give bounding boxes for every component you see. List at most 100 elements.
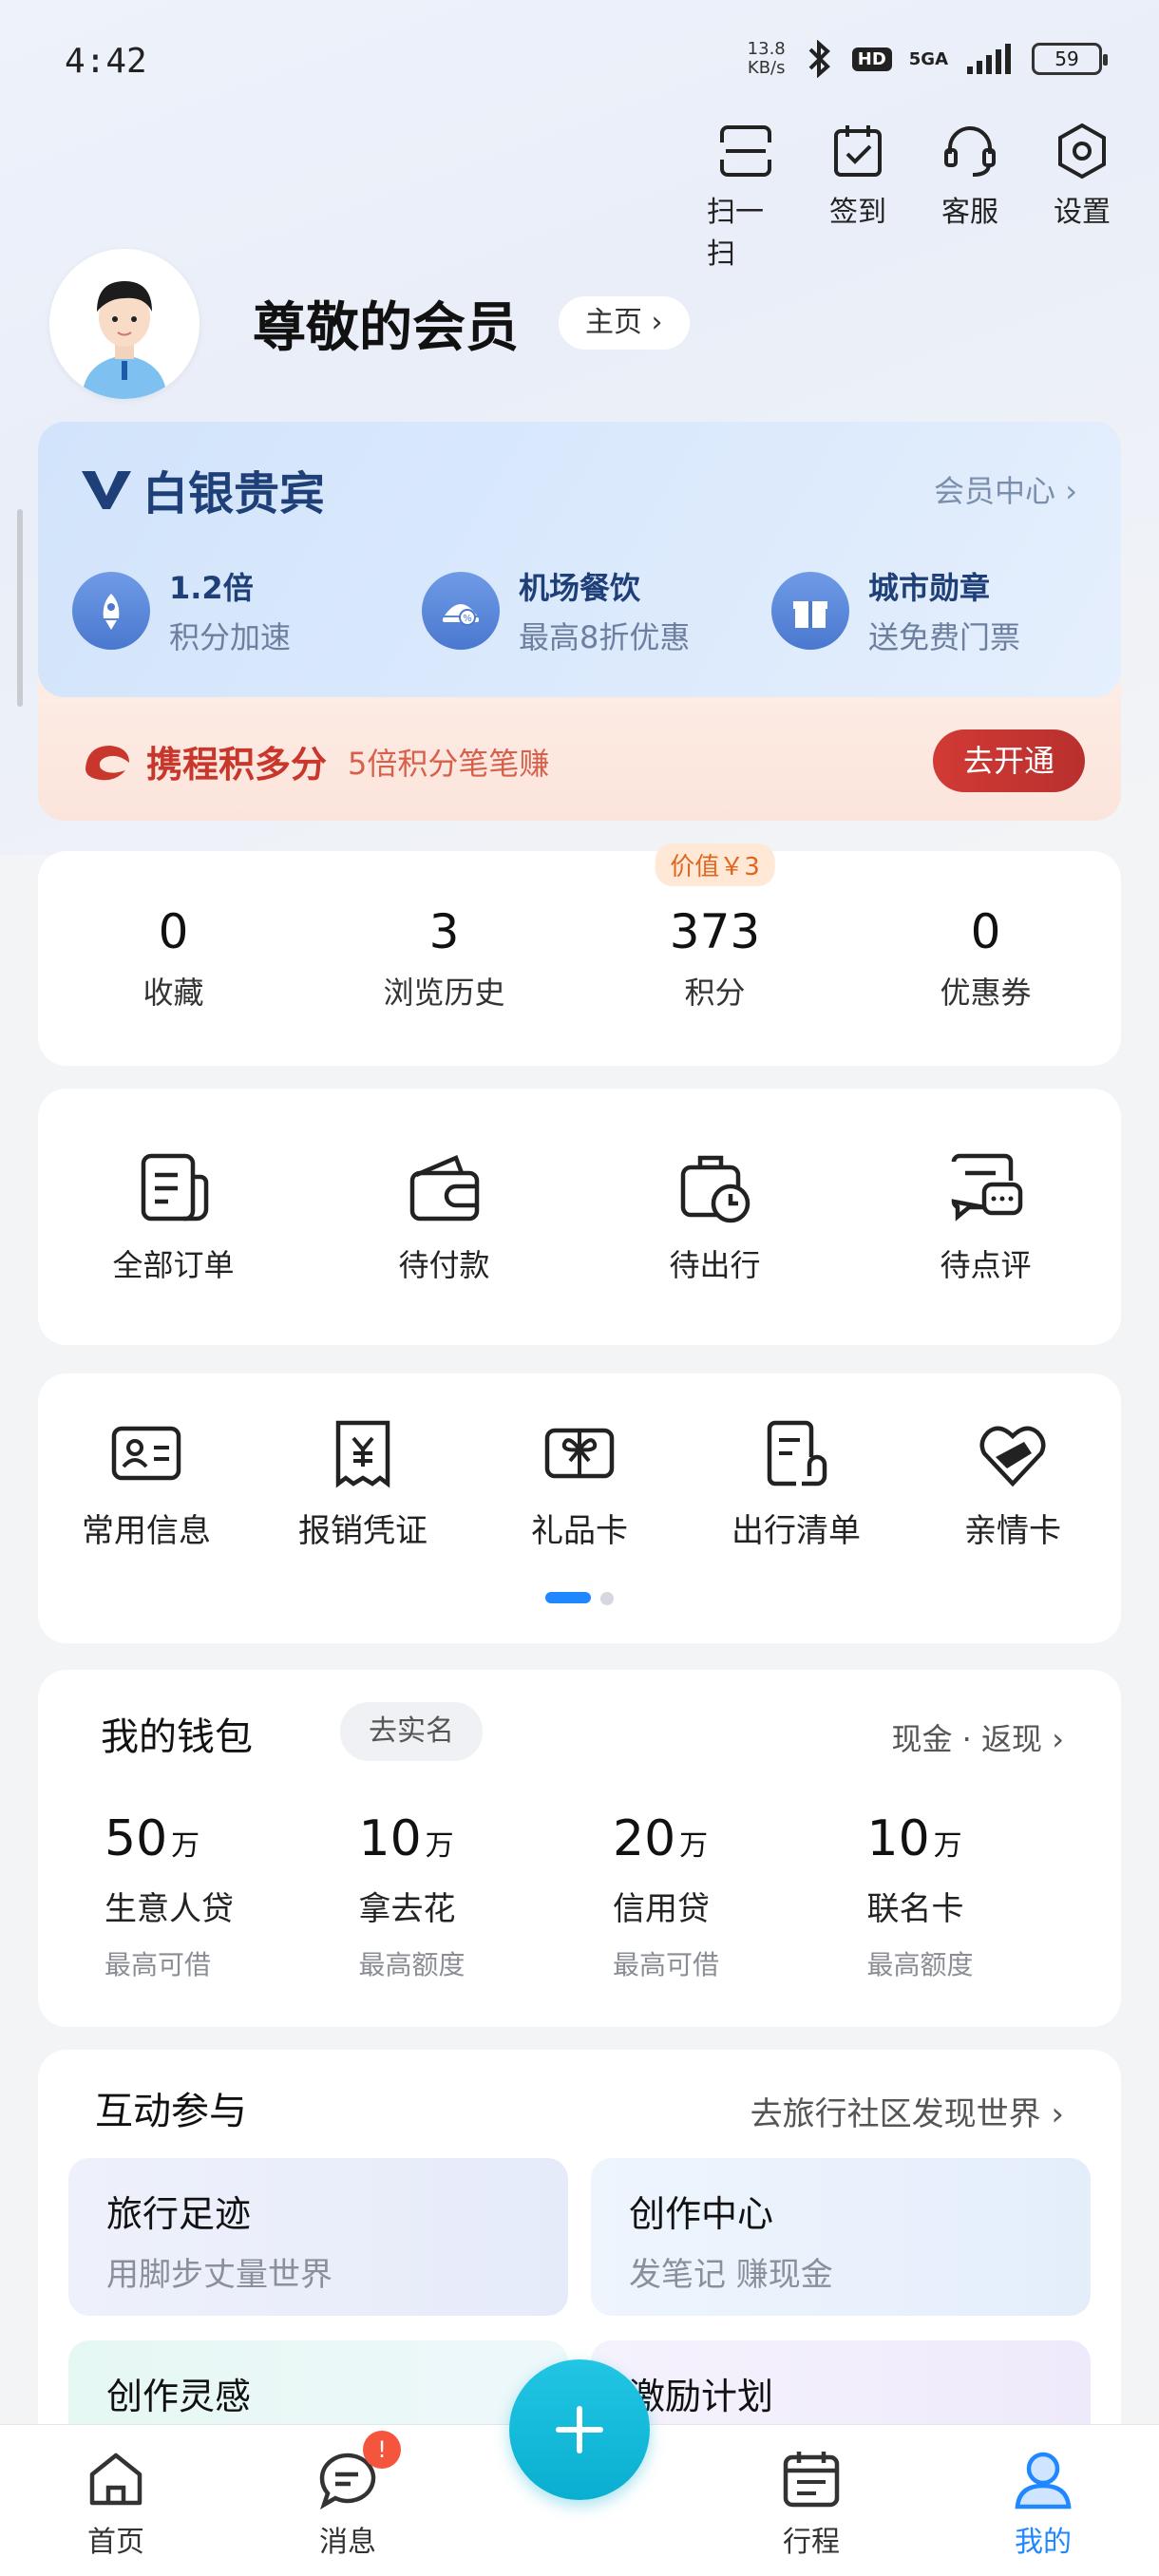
home-page-button[interactable]: 主页 › — [559, 296, 690, 350]
pending-review-button[interactable]: 待点评 — [850, 1089, 1121, 1345]
perk-points-boost[interactable]: 1.2倍 积分加速 — [72, 564, 291, 657]
pager-dot[interactable] — [600, 1592, 614, 1605]
wallet-amount-unit: 万 — [679, 1829, 709, 1863]
orders-icon — [141, 1153, 208, 1222]
perk-subtitle: 积分加速 — [169, 619, 292, 655]
activate-button[interactable]: 去开通 — [933, 729, 1085, 792]
notification-badge: ! — [363, 2431, 401, 2469]
id-card-icon — [111, 1426, 181, 1480]
nav-messages[interactable]: ! 消息 — [232, 2425, 464, 2576]
wallet-item[interactable]: 50 万 生意人贷 最高可借 — [104, 1810, 359, 1982]
stat-label: 积分 — [684, 975, 746, 1011]
checklist-icon — [767, 1420, 827, 1486]
wallet-item[interactable]: 10 万 拿去花 最高额度 — [359, 1810, 614, 1982]
tile-subtitle: 用脚步丈量世界 — [106, 2256, 332, 2294]
chevron-right-icon: › — [1051, 2095, 1064, 2133]
stat-label: 收藏 — [142, 975, 204, 1011]
settings-button[interactable]: 设置 — [1043, 122, 1121, 272]
chevron-right-icon: › — [651, 306, 663, 339]
membership-top: 白银贵宾 会员中心 › 1.2倍 积分加速 % 机场餐饮 最高8折优惠 城市勋章… — [38, 422, 1121, 697]
settings-label: 设置 — [1054, 196, 1111, 229]
tool-label: 亲情卡 — [964, 1511, 1061, 1550]
gift-icon — [771, 572, 849, 650]
status-bar-right: 13.8 KB/s HD 5GA 59 — [748, 40, 1108, 78]
perk-airport-dining[interactable]: % 机场餐饮 最高8折优惠 — [422, 564, 690, 657]
avatar[interactable] — [49, 249, 200, 399]
tile-subtitle: 发笔记 赚现金 — [629, 2256, 833, 2294]
all-orders-button[interactable]: 全部订单 — [38, 1089, 309, 1345]
creator-center-tile[interactable]: 创作中心 发笔记 赚现金 — [591, 2158, 1091, 2316]
cash-rebate-link[interactable]: 现金 · 返现 › — [892, 1715, 1065, 1759]
perk-text: 城市勋章 送免费门票 — [868, 564, 1020, 657]
publish-button[interactable] — [509, 2359, 650, 2500]
scan-button[interactable]: 扫一扫 — [707, 122, 785, 272]
wallet-amount-unit: 万 — [425, 1829, 454, 1863]
profile-icon — [1015, 2452, 1072, 2510]
order-label: 待付款 — [398, 1247, 490, 1283]
tile-title: 激励计划 — [629, 2376, 774, 2417]
member-center-label: 会员中心 — [934, 473, 1056, 509]
wallet-item-sub: 最高可借 — [613, 1949, 720, 1980]
stat-label: 浏览历史 — [383, 975, 505, 1011]
frequent-info-button[interactable]: 常用信息 — [38, 1373, 255, 1592]
community-link[interactable]: 去旅行社区发现世界 › — [750, 2088, 1064, 2134]
luggage-clock-icon — [680, 1155, 750, 1223]
tier-name: 白银贵宾 — [142, 467, 326, 521]
wallet-amount-unit: 万 — [171, 1829, 200, 1863]
interact-title: 互动参与 — [95, 2090, 247, 2133]
family-card-button[interactable]: 亲情卡 — [904, 1373, 1121, 1592]
wallet-amount-value: 10 — [358, 1810, 422, 1867]
stat-value: 0 — [970, 904, 1001, 959]
perk-subtitle: 送免费门票 — [868, 619, 1021, 655]
stat-history[interactable]: 3 浏览历史 — [309, 851, 580, 1066]
order-label: 待点评 — [940, 1247, 1032, 1283]
nav-itinerary[interactable]: 行程 — [695, 2425, 927, 2576]
customer-service-button[interactable]: 客服 — [931, 122, 1009, 272]
avatar-illustration — [49, 249, 200, 399]
gift-card-button[interactable]: 礼品卡 — [471, 1373, 688, 1592]
customer-service-icon — [944, 126, 996, 177]
nav-mine[interactable]: 我的 — [927, 2425, 1159, 2576]
tile-title: 旅行足迹 — [106, 2193, 252, 2235]
verify-identity-button[interactable]: 去实名 — [340, 1702, 483, 1761]
stat-points[interactable]: 价值￥3 373 积分 — [580, 843, 850, 1066]
stat-value: 0 — [158, 904, 189, 959]
nav-home[interactable]: 首页 — [0, 2425, 232, 2576]
gift-card-icon — [544, 1428, 615, 1478]
checkin-button[interactable]: 签到 — [819, 122, 897, 272]
perk-city-medal[interactable]: 城市勋章 送免费门票 — [771, 564, 1020, 657]
wallet-amount-value: 50 — [104, 1810, 168, 1867]
hd-badge: HD — [851, 47, 892, 71]
nav-label: 我的 — [1015, 2526, 1072, 2559]
nav-label: 行程 — [783, 2526, 840, 2559]
wallet-card: 我的钱包 去实名 现金 · 返现 › 50 万 生意人贷 最高可借 10 万 拿去花… — [38, 1670, 1121, 2027]
status-time: 4:42 — [65, 42, 147, 81]
reimbursement-button[interactable]: 报销凭证 — [255, 1373, 471, 1592]
wallet-item[interactable]: 20 万 信用贷 最高可借 — [613, 1810, 867, 1982]
wallet-item-name: 信用贷 — [613, 1890, 710, 1928]
tile-title: 创作中心 — [629, 2193, 774, 2235]
cash-rebate-label: 现金 · 返现 — [891, 1721, 1043, 1757]
stat-coupons[interactable]: 0 优惠券 — [850, 851, 1121, 1066]
member-center-link[interactable]: 会员中心 › — [934, 467, 1077, 511]
wallet-item-name: 拿去花 — [358, 1890, 456, 1928]
wallet-item[interactable]: 10 万 联名卡 最高额度 — [867, 1810, 1122, 1982]
tools-card: 常用信息 报销凭证 礼品卡 出行清单 亲情卡 — [38, 1373, 1121, 1643]
bluetooth-icon — [808, 40, 830, 78]
travel-checklist-button[interactable]: 出行清单 — [688, 1373, 904, 1592]
wallet-items: 50 万 生意人贷 最高可借 10 万 拿去花 最高额度 20 万 信用贷 最高可借 … — [38, 1810, 1121, 1982]
perk-title: 机场餐饮 — [519, 570, 641, 606]
wallet-item-sub: 最高可借 — [104, 1949, 212, 1980]
travel-footprint-tile[interactable]: 旅行足迹 用脚步丈量世界 — [68, 2158, 568, 2316]
stat-favorites[interactable]: 0 收藏 — [38, 851, 309, 1066]
membership-card[interactable]: 白银贵宾 会员中心 › 1.2倍 积分加速 % 机场餐饮 最高8折优惠 城市勋章… — [38, 422, 1121, 821]
orders-card: 全部订单 待付款 待出行 待点评 — [38, 1089, 1121, 1345]
nav-label: 消息 — [319, 2526, 376, 2559]
pager-dot-active[interactable] — [545, 1592, 591, 1603]
wallet-item-name: 生意人贷 — [104, 1890, 234, 1928]
wallet-amount-value: 20 — [613, 1810, 676, 1867]
pending-payment-button[interactable]: 待付款 — [309, 1089, 580, 1345]
upcoming-trips-button[interactable]: 待出行 — [580, 1089, 850, 1345]
checkin-icon — [834, 125, 882, 177]
perk-title: 城市勋章 — [868, 570, 991, 606]
